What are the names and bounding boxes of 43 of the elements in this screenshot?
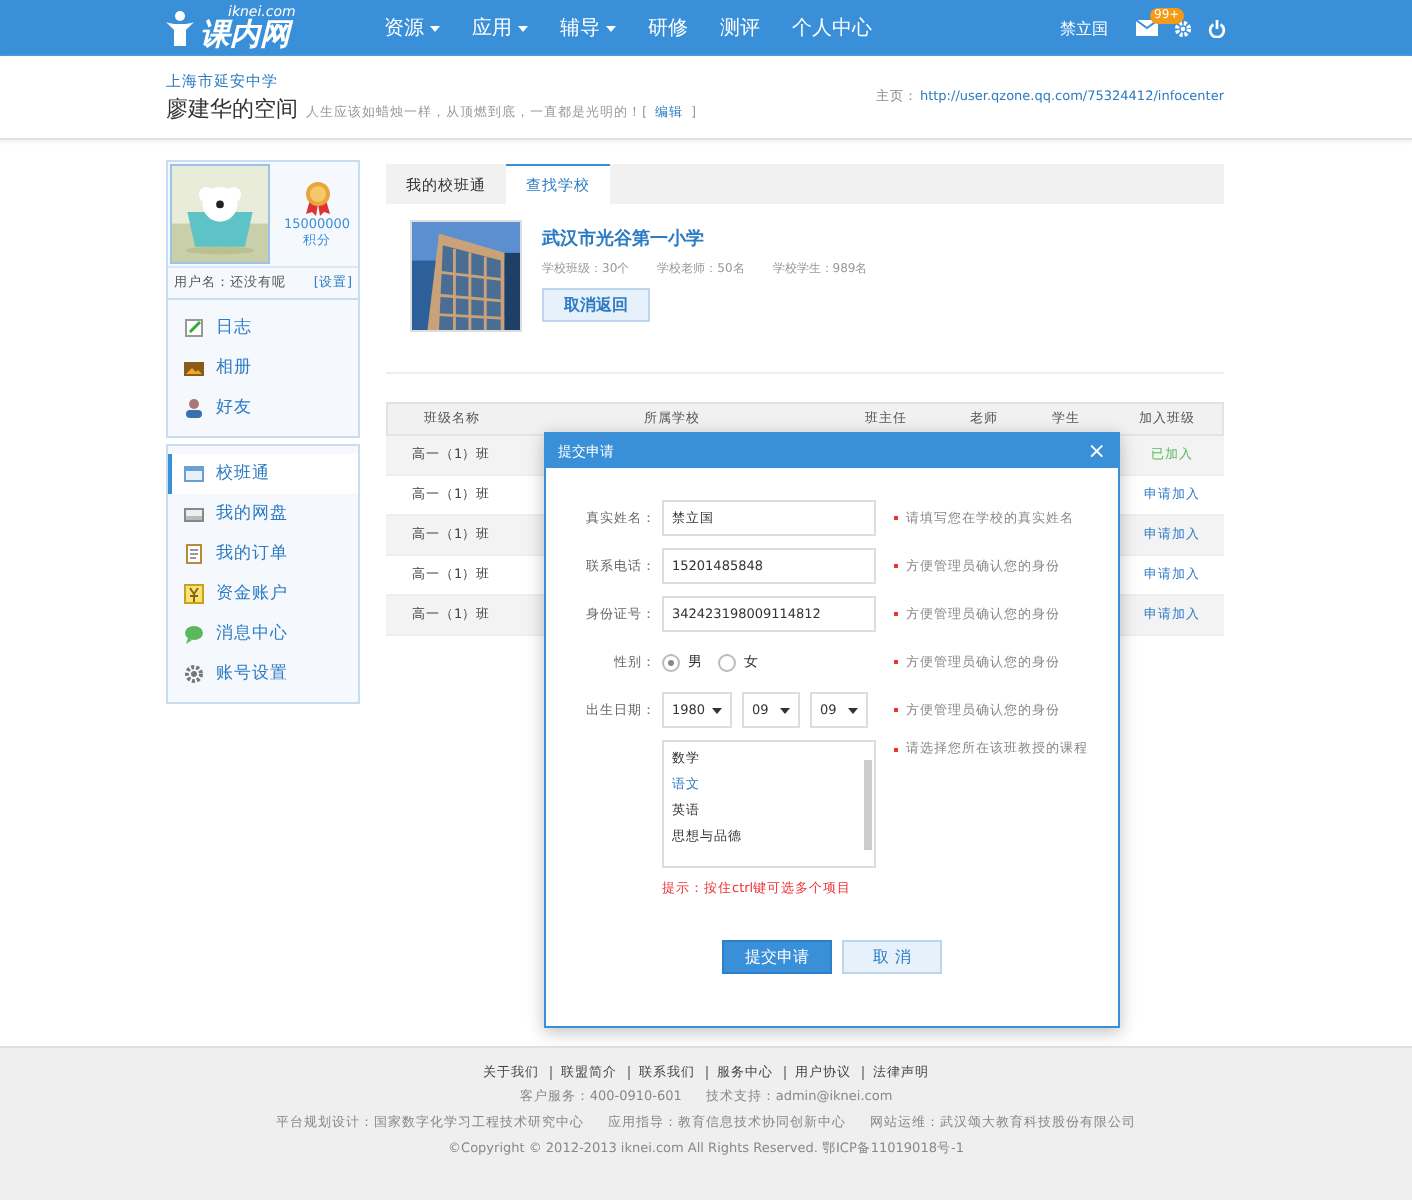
sidebar-item[interactable]: 我的网盘	[168, 494, 358, 534]
gear-icon	[184, 664, 204, 684]
logo-icon	[166, 10, 194, 46]
nav-item[interactable]: 应用	[456, 14, 544, 42]
chat-icon	[184, 624, 204, 644]
notepad-icon	[184, 318, 204, 338]
submit-button[interactable]: 提交申请	[722, 940, 832, 974]
nav-item[interactable]: 测评	[704, 14, 776, 42]
cancel-return-button[interactable]: 取消返回	[542, 288, 650, 322]
sidebar-item[interactable]: 相册	[168, 348, 358, 388]
document-icon	[184, 544, 204, 564]
nav-item[interactable]: 研修	[632, 14, 704, 42]
sidebar-item[interactable]: 我的订单	[168, 534, 358, 574]
power-icon[interactable]	[1208, 19, 1226, 37]
mail-icon[interactable]	[1136, 20, 1158, 36]
caret-icon	[780, 707, 790, 713]
caret-icon	[518, 25, 528, 31]
sidebar-item[interactable]: 好友	[168, 388, 358, 428]
medal-icon	[303, 179, 331, 215]
caret-icon	[712, 707, 722, 713]
sidebar-item[interactable]: 账号设置	[168, 654, 358, 694]
close-button[interactable]: ×	[1087, 440, 1106, 462]
sidebar-item[interactable]: 日志	[168, 308, 358, 348]
space-title: 廖建华的空间	[166, 93, 298, 123]
nav-item[interactable]: 资源	[368, 14, 456, 42]
sidebar-item[interactable]: 消息中心	[168, 614, 358, 654]
settings-icon[interactable]	[1174, 19, 1192, 37]
nav-item[interactable]: 辅导	[544, 14, 632, 42]
photo-icon	[184, 358, 204, 378]
drive-icon	[184, 504, 204, 524]
cancel-button[interactable]: 取 消	[842, 940, 942, 974]
user-name[interactable]: 禁立国	[1060, 17, 1108, 39]
sidebar-item[interactable]: 校班通	[168, 454, 358, 494]
school-name[interactable]: 武汉市光谷第一小学	[542, 226, 868, 252]
caret-icon	[430, 25, 440, 31]
yen-icon	[184, 584, 204, 604]
window-icon	[184, 464, 204, 484]
caret-icon	[848, 707, 858, 713]
sidebar-item[interactable]: 资金账户	[168, 574, 358, 614]
logo-text: 课内网	[200, 20, 293, 50]
caret-icon	[606, 25, 616, 31]
nav-item[interactable]: 个人中心	[776, 14, 888, 42]
person-icon	[184, 398, 204, 418]
